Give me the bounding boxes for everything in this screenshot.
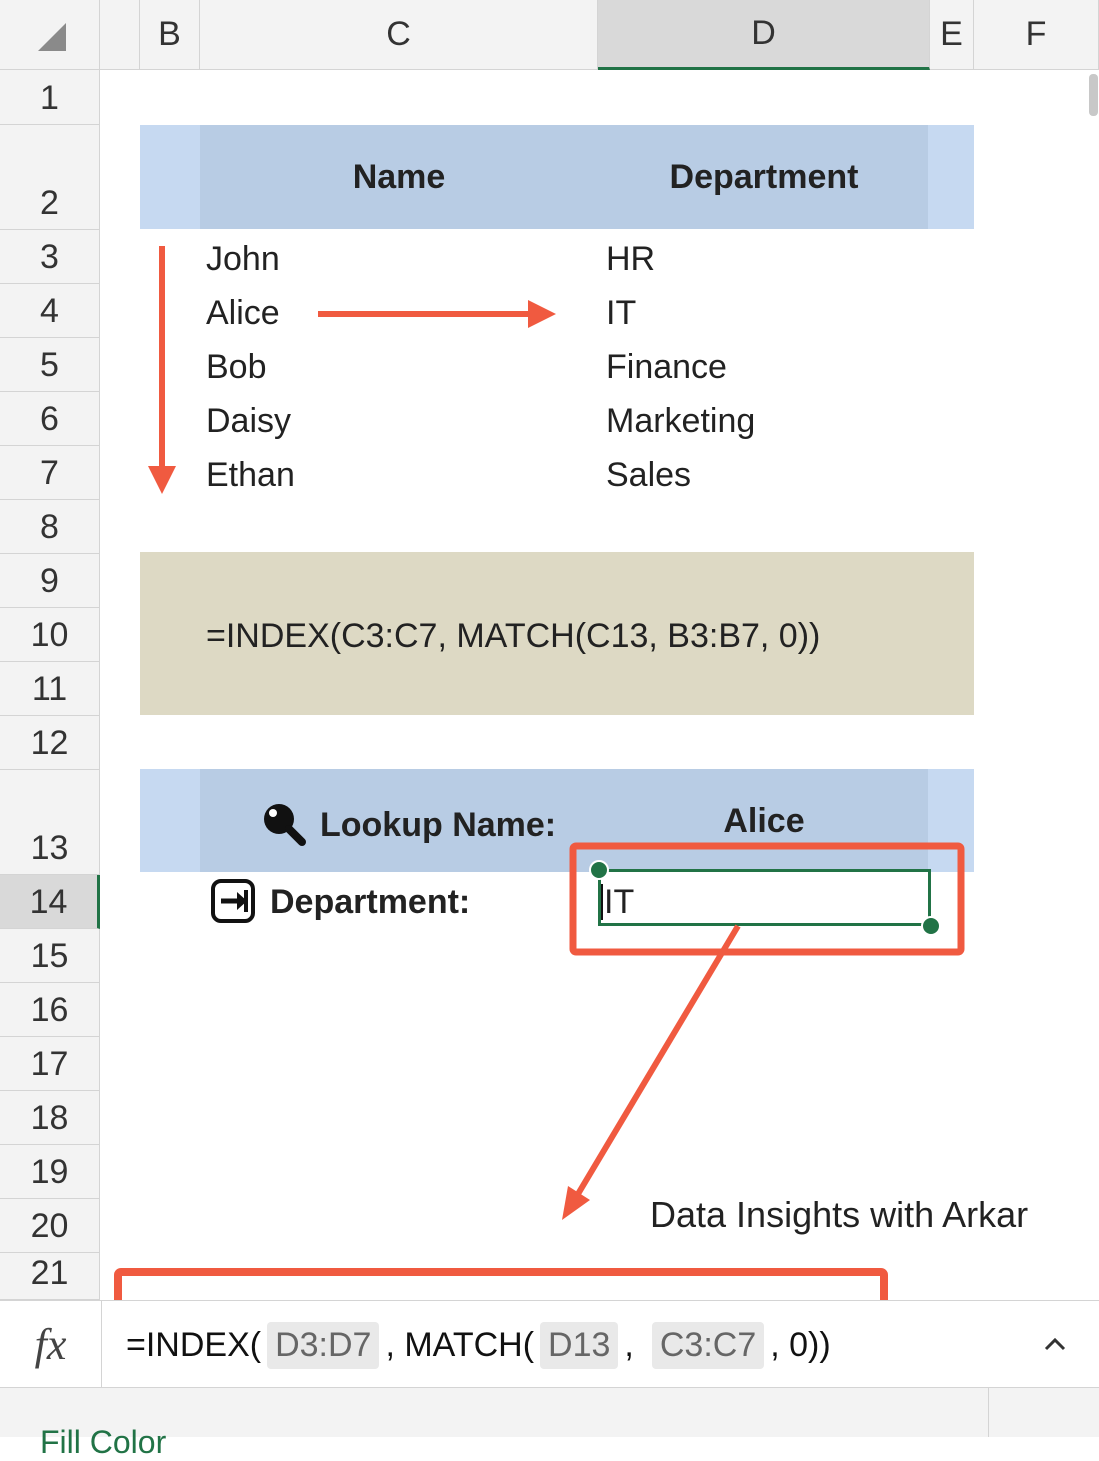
header-name: Name	[352, 158, 446, 196]
row-header-5[interactable]: 5	[0, 338, 100, 392]
row-header-3[interactable]: 3	[0, 230, 100, 284]
column-header-d[interactable]: D	[598, 0, 930, 70]
row-header-12[interactable]: 12	[0, 716, 100, 770]
column-header-b[interactable]: B	[140, 0, 200, 70]
lookup-name-value[interactable]: Alice	[598, 802, 930, 841]
row-header-7[interactable]: 7	[0, 446, 100, 500]
lookup-name-label: Lookup Name:	[320, 806, 557, 844]
formula-bar-fx-cell[interactable]: fx	[0, 1301, 102, 1387]
result-department-label: Department:	[270, 883, 471, 921]
row-header-9[interactable]: 9	[0, 554, 100, 608]
row-header-10[interactable]: 10	[0, 608, 100, 662]
fx-icon: fx	[34, 1319, 67, 1369]
cell-department-1[interactable]: HR	[606, 240, 655, 279]
cell-department-3[interactable]: Finance	[606, 348, 727, 387]
row-header-18[interactable]: 18	[0, 1091, 100, 1145]
row-header-6[interactable]: 6	[0, 392, 100, 446]
formula-part-index: =INDEX(	[126, 1326, 262, 1364]
chevron-up-icon	[1044, 1337, 1066, 1351]
cell-name-3[interactable]: Bob	[206, 348, 267, 387]
row-header-1[interactable]: 1	[0, 70, 100, 125]
cell-name-5[interactable]: Ethan	[206, 456, 295, 495]
formula-display-text: =INDEX(C3:C7, MATCH(C13, B3:B7, 0))	[206, 617, 821, 655]
vertical-scrollbar[interactable]	[1089, 74, 1098, 116]
formula-part-comma: ,	[624, 1326, 634, 1364]
row-header-14[interactable]: 14	[0, 875, 100, 929]
select-all-corner[interactable]	[0, 0, 100, 70]
row-header-16[interactable]: 16	[0, 983, 100, 1037]
cell-name-4[interactable]: Daisy	[206, 402, 291, 441]
row-header-21[interactable]: 21	[0, 1253, 100, 1300]
expand-formula-button[interactable]	[1030, 1322, 1080, 1366]
active-cell[interactable]	[598, 869, 931, 926]
row-header-17[interactable]: 17	[0, 1037, 100, 1091]
row-header-20[interactable]: 20	[0, 1199, 100, 1253]
formula-part-end: , 0))	[770, 1326, 831, 1364]
cell-department-4[interactable]: Marketing	[606, 402, 755, 441]
text-cursor	[601, 884, 603, 920]
selection-handle-bottom[interactable]	[921, 916, 941, 936]
header-department: Department	[669, 158, 859, 196]
formula-ref-d13[interactable]: D13	[540, 1322, 619, 1369]
row-header-4[interactable]: 4	[0, 284, 100, 338]
row-header-13[interactable]: 13	[0, 770, 100, 875]
selection-handle-top[interactable]	[589, 860, 609, 880]
watermark-text: Data Insights with Arkar	[650, 1194, 1029, 1235]
cell-department-5[interactable]: Sales	[606, 456, 691, 495]
column-header-f[interactable]: F	[974, 0, 1099, 70]
arrow-box-icon	[210, 878, 256, 924]
formula-part-match: , MATCH(	[385, 1326, 535, 1364]
bottom-toolbar-divider	[988, 1388, 989, 1437]
formula-bar-content[interactable]: =INDEX( D3:D7 , MATCH( D13 , C3:C7 , 0))	[126, 1322, 831, 1369]
search-icon	[262, 802, 306, 846]
cell-name-1[interactable]: John	[206, 240, 280, 279]
column-header-e[interactable]: E	[930, 0, 974, 70]
select-all-icon	[37, 22, 66, 51]
column-header-a[interactable]	[100, 0, 140, 70]
formula-ref-c3-c7[interactable]: C3:C7	[651, 1322, 765, 1369]
row-header-15[interactable]: 15	[0, 929, 100, 983]
cell-department-2[interactable]: IT	[606, 294, 636, 333]
cell-name-2[interactable]: Alice	[206, 294, 280, 333]
row-header-11[interactable]: 11	[0, 662, 100, 716]
column-header-c[interactable]: C	[200, 0, 598, 70]
row-header-19[interactable]: 19	[0, 1145, 100, 1199]
row-header-8[interactable]: 8	[0, 500, 100, 554]
result-department-value[interactable]: IT	[604, 883, 634, 922]
fill-color-label[interactable]: Fill Color	[40, 1424, 166, 1461]
row-header-2[interactable]: 2	[0, 125, 100, 230]
formula-ref-d3-d7[interactable]: D3:D7	[267, 1322, 380, 1369]
